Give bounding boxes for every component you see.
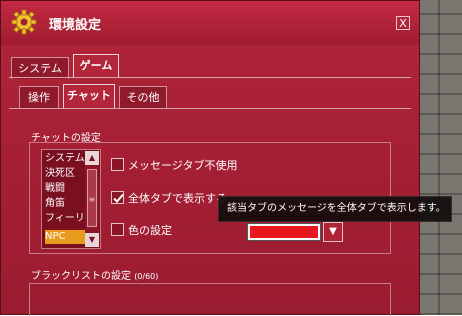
list-item[interactable]: 決死区	[45, 167, 87, 181]
scroll-down-icon[interactable]: ▼	[85, 233, 99, 247]
list-item[interactable]: フィーリ	[45, 212, 87, 226]
list-item[interactable]: 角笛	[45, 197, 87, 211]
checkbox-no-message-tab[interactable]	[111, 158, 124, 171]
scroll-up-icon[interactable]: ▲	[85, 151, 99, 165]
window-titlebar[interactable]: 環境設定 X	[1, 1, 419, 45]
tab-controls[interactable]: 操作	[19, 86, 59, 108]
gear-icon	[11, 9, 37, 35]
channel-list-scrollbar[interactable]: ▲ ≡ ▼	[85, 151, 99, 247]
list-item-selected[interactable]: NPC	[45, 230, 87, 244]
tooltip: 該当タブのメッセージを全体タブで表示します。	[218, 196, 452, 222]
tab-system[interactable]: システム	[11, 57, 69, 79]
tab-other[interactable]: その他	[119, 86, 167, 108]
blacklist-label: ブラックリストの設定 (0/60)	[31, 267, 158, 282]
checkmark-icon	[113, 193, 124, 203]
close-icon[interactable]: X	[396, 16, 410, 30]
window-title: 環境設定	[49, 18, 102, 33]
list-item[interactable]: 戦闘	[45, 182, 87, 196]
checkbox-color-setting[interactable]	[111, 223, 124, 236]
checkbox-show-in-all-tab[interactable]	[111, 191, 124, 204]
subtab-divider	[9, 108, 411, 109]
color-swatch[interactable]	[247, 223, 321, 241]
scroll-thumb[interactable]: ≡	[87, 169, 97, 227]
settings-window: 環境設定 X システム ゲーム 操作 チャット その他 チャットの設定 システム…	[0, 0, 420, 316]
option-label-show-in-all-tab: 全体タブで表示する	[128, 192, 227, 205]
blacklist-panel	[29, 283, 391, 316]
tab-chat[interactable]: チャット	[63, 84, 115, 108]
grip-icon: ≡	[88, 195, 96, 204]
list-item[interactable]: システム	[45, 152, 87, 166]
option-label-no-message-tab: メッセージタブ不使用	[128, 159, 238, 172]
color-preview	[250, 226, 318, 238]
option-label-color-setting: 色の設定	[128, 224, 172, 237]
blacklist-title: ブラックリストの設定	[31, 271, 131, 282]
blacklist-count: (0/60)	[134, 272, 159, 281]
dropdown-arrow-icon[interactable]: ▼	[323, 222, 343, 242]
tab-divider	[9, 77, 411, 78]
tab-game[interactable]: ゲーム	[73, 54, 119, 78]
